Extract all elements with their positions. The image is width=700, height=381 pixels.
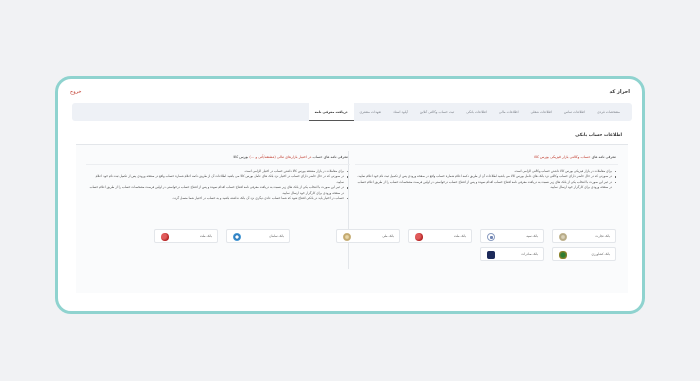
app-window: احراز کد خروج مشخصات فردی اطلاعات تماس ا… xyxy=(55,76,645,314)
sepah-logo-icon xyxy=(487,233,495,241)
tab-bank-info[interactable]: اطلاعات بانکی xyxy=(460,103,493,121)
bank-label: بانک تجارت xyxy=(595,234,610,238)
tab-get-introduction-letter[interactable]: دریافت معرفی نامه xyxy=(308,103,354,121)
physical-market-column: معرفی نامه های حساب وکالتی بازار فیزیکی … xyxy=(336,151,624,269)
derivatives-market-column: معرفی نامه های حساب در اختیار بازارهای م… xyxy=(80,151,356,269)
list-item: در غیر این صورت با انتخاب یکی از بانک ها… xyxy=(88,185,348,196)
bank-keshavarzi-button[interactable]: بانک کشاورزی xyxy=(552,247,616,261)
main-content: اطلاعات حساب بانکی معرفی نامه های حساب و… xyxy=(76,129,628,293)
bank-label: بانک ملی xyxy=(382,234,394,238)
saderat-logo-icon xyxy=(487,251,495,259)
title-highlight: در اختیار بازارهای مالی (مشتقه/آتی و ...… xyxy=(249,155,312,159)
bank-mellat-button[interactable]: بانک ملت xyxy=(154,229,218,243)
tab-bar: مشخصات فردی اطلاعات تماس اطلاعات شغلی اط… xyxy=(72,103,632,121)
bank-saderat-button[interactable]: بانک صادرات xyxy=(480,247,544,261)
bank-tejarat-button[interactable]: بانک تجارت xyxy=(552,229,616,243)
page-title: احراز کد xyxy=(609,89,630,95)
bank-label: بانک صادرات xyxy=(521,252,538,256)
divider xyxy=(86,164,350,165)
saman-logo-icon xyxy=(233,233,241,241)
title-highlight: حساب وکالتی بازار فیزیکی بورس کالا xyxy=(533,155,591,159)
bank-sepah-button[interactable]: بانک سپه xyxy=(480,229,544,243)
mellat-logo-icon xyxy=(415,233,423,241)
top-bar: احراز کد خروج xyxy=(58,87,642,101)
title-prefix: معرفی نامه های xyxy=(590,155,616,159)
bank-label: بانک ملت xyxy=(199,234,212,238)
bank-label: بانک ملت xyxy=(453,234,466,238)
tab-personal-info[interactable]: مشخصات فردی xyxy=(591,103,626,121)
tejarat-logo-icon xyxy=(559,233,567,241)
bank-mellat-button[interactable]: بانک ملت xyxy=(408,229,472,243)
derivatives-market-notes: برای معاملات در بازار مشتقه بورس کالا دا… xyxy=(88,169,348,201)
mellat-logo-icon xyxy=(161,233,169,241)
tab-upload-documents[interactable]: آپلود اسناد xyxy=(387,103,414,121)
list-item: حساب در اختیار باید در بانکی افتتاح شود … xyxy=(88,196,348,201)
physical-market-notes: برای معاملات در بازار فیزیکی بورس کالا د… xyxy=(357,169,616,191)
bank-label: بانک سپه xyxy=(526,234,538,238)
tab-contact-info[interactable]: اطلاعات تماس xyxy=(558,103,591,121)
bank-saman-button[interactable]: بانک سامان xyxy=(226,229,290,243)
section-header: اطلاعات حساب بانکی xyxy=(76,129,628,145)
list-item: در صورتی که در حال حاضر دارای حساب در اخ… xyxy=(88,174,348,185)
bank-label: بانک سامان xyxy=(269,234,284,238)
divider xyxy=(355,164,618,165)
title-suffix: بورس کالا xyxy=(233,155,250,159)
keshavarzi-logo-icon xyxy=(559,251,567,259)
tab-online-proxy-account[interactable]: ثبت حساب وکالتی آنلاین xyxy=(414,103,460,121)
tab-job-info[interactable]: اطلاعات شغلی xyxy=(525,103,558,121)
exit-button[interactable]: خروج xyxy=(70,89,82,95)
bank-label: بانک کشاورزی xyxy=(591,252,611,256)
title-prefix: معرفی نامه های حساب xyxy=(311,155,348,159)
section-title: اطلاعات حساب بانکی xyxy=(575,133,622,138)
list-item: در غیر این صورت با انتخاب یکی از بانک ها… xyxy=(357,180,616,191)
tab-financial-info[interactable]: اطلاعات مالی xyxy=(493,103,525,121)
physical-market-title: معرفی نامه های حساب وکالتی بازار فیزیکی … xyxy=(534,155,616,159)
derivatives-market-title: معرفی نامه های حساب در اختیار بازارهای م… xyxy=(233,155,348,159)
tab-customer-commitments[interactable]: تعهدات مشتری xyxy=(354,103,388,121)
